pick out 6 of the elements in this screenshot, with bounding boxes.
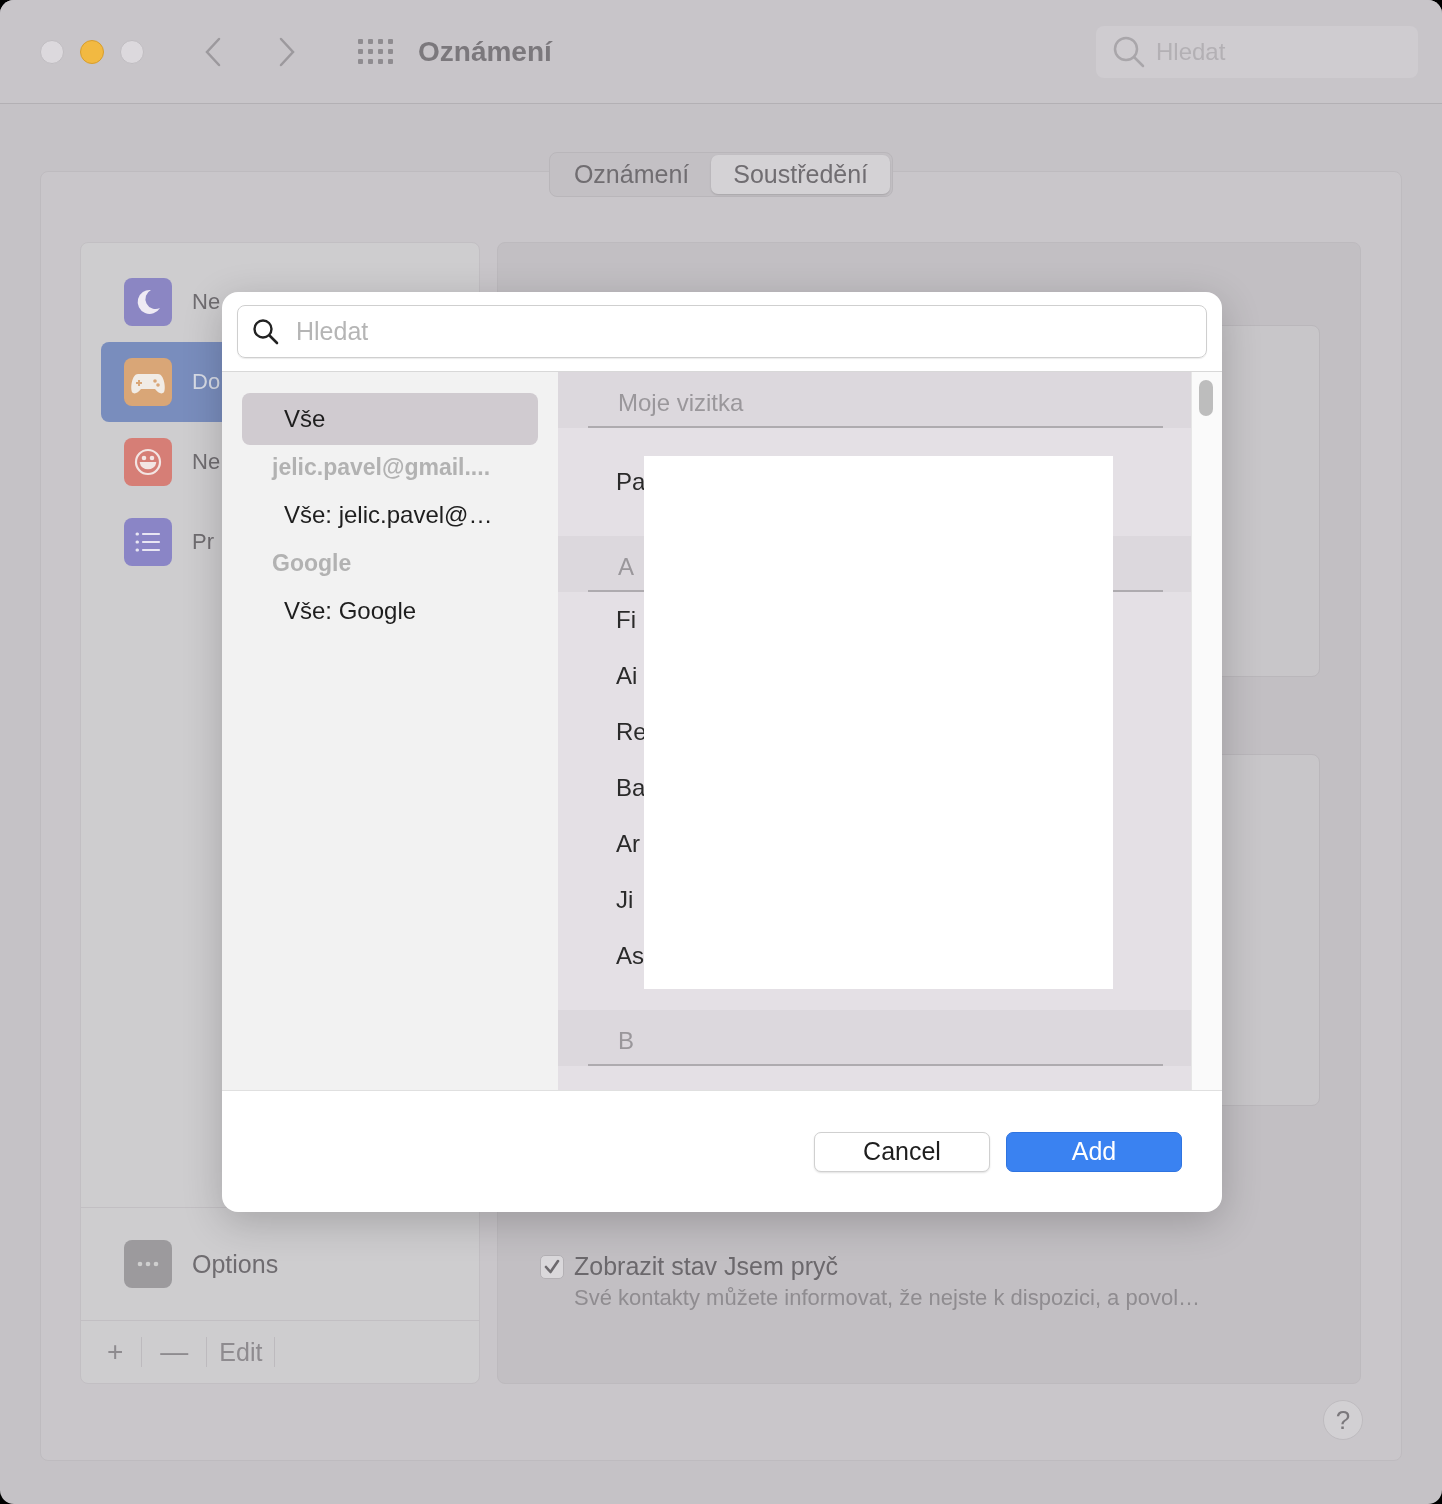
window-title: Oznámení	[418, 35, 552, 68]
checkbox-label: Zobrazit stav Jsem pryč	[574, 1252, 839, 1281]
group-header: Google	[271, 549, 353, 578]
section-header: B	[558, 1010, 1191, 1066]
section-header: Moje vizitka	[558, 372, 1191, 428]
group-header: jelic.pavel@gmail....	[270, 453, 492, 482]
